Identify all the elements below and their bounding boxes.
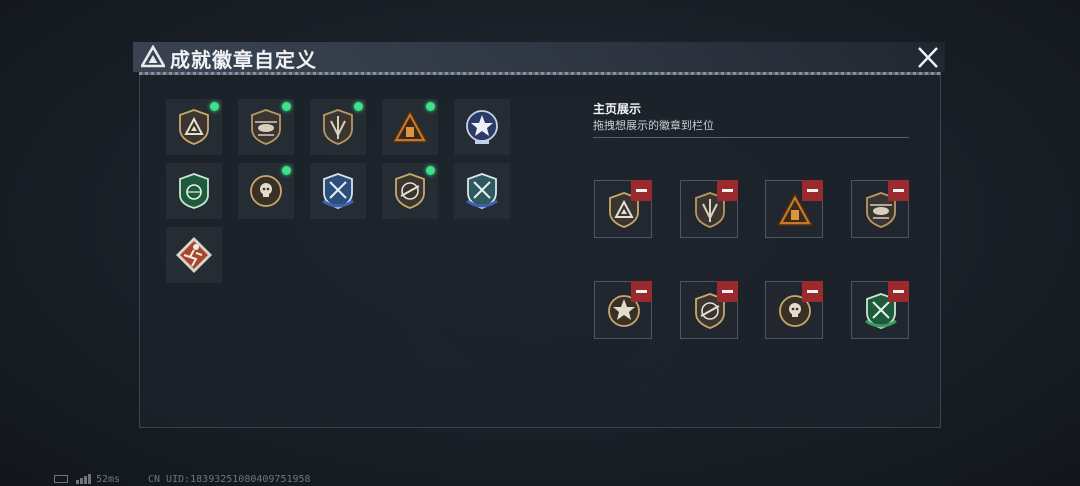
new-indicator xyxy=(282,166,291,175)
status-bar: 52ms CN UID:18393251080409751958 xyxy=(0,470,1080,486)
showcase-slot-4[interactable] xyxy=(851,180,909,238)
title-bar: 成就徽章自定义 xyxy=(133,42,945,72)
badge-green-globe[interactable] xyxy=(166,163,222,219)
ping-text: 52ms xyxy=(96,474,121,485)
new-indicator xyxy=(210,102,219,111)
showcase-slot-8[interactable] xyxy=(851,281,909,339)
showcase-divider xyxy=(593,137,909,138)
signal-bars-icon xyxy=(76,474,91,484)
showcase-subtitle: 拖拽想展示的徽章到栏位 xyxy=(593,120,714,132)
close-x-icon xyxy=(918,47,938,68)
close-button[interactable] xyxy=(913,44,943,72)
wings-shield-badge-icon xyxy=(323,109,353,145)
triangle-shield-badge-icon xyxy=(179,109,209,145)
page-title: 成就徽章自定义 xyxy=(170,50,317,72)
badge-helicopter-shield[interactable] xyxy=(238,99,294,155)
remove-badge-button[interactable] xyxy=(717,281,738,302)
badge-blue-crossed-arrows[interactable] xyxy=(454,163,510,219)
badge-blue-arrows-wreath[interactable] xyxy=(310,163,366,219)
showcase-slot-5[interactable] xyxy=(594,281,652,339)
blue-crossed-arrows-badge-icon xyxy=(466,173,498,209)
remove-badge-button[interactable] xyxy=(888,180,909,201)
uid-text: CN UID:18393251080409751958 xyxy=(148,474,311,485)
badge-rifle-shield[interactable] xyxy=(382,163,438,219)
helicopter-shield-badge-icon xyxy=(251,109,281,145)
new-indicator xyxy=(282,102,291,111)
showcase-slot-6[interactable] xyxy=(680,281,738,339)
badge-wings-shield[interactable] xyxy=(310,99,366,155)
new-indicator xyxy=(354,102,363,111)
badge-triangle-shield[interactable] xyxy=(166,99,222,155)
remove-badge-button[interactable] xyxy=(802,281,823,302)
showcase-title: 主页展示 xyxy=(593,102,642,116)
battery-icon xyxy=(54,475,68,483)
orange-triangle-badge-icon xyxy=(391,109,429,143)
triangle-emblem-icon xyxy=(141,45,165,68)
badge-star-compass[interactable] xyxy=(454,99,510,155)
badge-runner-diamond[interactable] xyxy=(166,227,222,283)
remove-badge-button[interactable] xyxy=(802,180,823,201)
remove-badge-button[interactable] xyxy=(631,281,652,302)
new-indicator xyxy=(426,102,435,111)
showcase-slot-2[interactable] xyxy=(680,180,738,238)
remove-badge-button[interactable] xyxy=(888,281,909,302)
runner-diamond-badge-icon xyxy=(176,237,212,273)
badge-skull-wreath[interactable] xyxy=(238,163,294,219)
blue-arrows-wreath-badge-icon xyxy=(322,173,354,209)
remove-badge-button[interactable] xyxy=(717,180,738,201)
green-globe-badge-icon xyxy=(179,173,209,209)
showcase-slot-1[interactable] xyxy=(594,180,652,238)
rifle-shield-badge-icon xyxy=(395,173,425,209)
badge-orange-triangle[interactable] xyxy=(382,99,438,155)
remove-badge-button[interactable] xyxy=(631,180,652,201)
showcase-slot-7[interactable] xyxy=(765,281,823,339)
skull-wreath-badge-icon xyxy=(250,175,282,207)
new-indicator xyxy=(426,166,435,175)
star-compass-badge-icon xyxy=(466,110,498,144)
showcase-slot-3[interactable] xyxy=(765,180,823,238)
